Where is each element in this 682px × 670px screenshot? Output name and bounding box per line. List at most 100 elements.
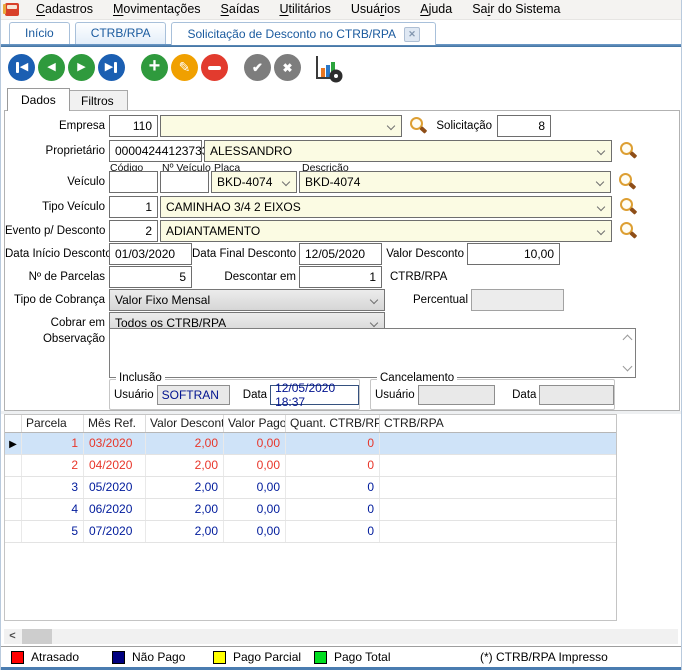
cancelamento-group: Cancelamento Usuário Data (370, 379, 615, 410)
grid-header: ParcelaMês Ref.Valor DescontoValor PagoQ… (5, 415, 616, 433)
chevron-down-icon[interactable] (282, 178, 290, 186)
chevron-down-icon[interactable] (387, 122, 395, 130)
veiculo-placa-value: BKD-4074 (217, 175, 272, 189)
tipo-veiculo-value: CAMINHAO 3/4 2 EIXOS (166, 200, 301, 214)
last-record-button[interactable]: ▶ (98, 54, 125, 81)
valor-desconto-field[interactable]: 10,00 (467, 243, 560, 265)
grid-cell: 06/2020 (84, 499, 146, 520)
descontar-label: Descontar em (192, 271, 296, 283)
grid-header-col: Parcela (22, 415, 84, 432)
tab-close-icon[interactable]: ✕ (404, 27, 420, 42)
empresa-name-combo[interactable] (160, 115, 402, 137)
grid-cell (380, 521, 616, 542)
grid-cell: 4 (22, 499, 84, 520)
tab-dados[interactable]: Dados (7, 88, 70, 111)
scroll-down-icon[interactable] (623, 362, 633, 372)
chevron-down-icon[interactable] (370, 319, 378, 327)
parcelas-field[interactable]: 5 (109, 266, 192, 288)
tab-solicitacao[interactable]: Solicitação de Desconto no CTRB/RPA✕ (171, 22, 436, 45)
tipo-veiculo-label: Tipo Veículo (5, 201, 107, 213)
table-row[interactable]: 406/20202,000,000 (5, 499, 616, 521)
legend-swatch (314, 651, 327, 664)
grid-cell: 2,00 (146, 499, 224, 520)
empresa-search-icon[interactable] (408, 116, 428, 136)
tab-inicio[interactable]: Início (9, 22, 70, 44)
scroll-left-arrow[interactable]: < (5, 629, 20, 644)
app-icon (5, 3, 19, 16)
grid-rows: ▶103/20202,000,000204/20202,000,000305/2… (5, 433, 616, 543)
grid-cell: 0,00 (224, 433, 286, 454)
scrollbar-thumb[interactable] (22, 629, 52, 644)
grid-cell (380, 477, 616, 498)
previous-record-button[interactable]: ◀ (38, 54, 65, 81)
evento-code-field[interactable]: 2 (109, 220, 158, 242)
evento-combo[interactable]: ADIANTAMENTO (160, 220, 612, 242)
legend-label: Não Pago (132, 650, 185, 664)
chevron-down-icon[interactable] (596, 178, 604, 186)
menu-item-cadastros[interactable]: Cadastros (26, 0, 103, 20)
proprietario-code-field[interactable]: 00004244123733 (109, 140, 202, 162)
first-record-button[interactable]: ◀ (8, 54, 35, 81)
menu-item-movimentacoes[interactable]: Movimentações (103, 0, 211, 20)
menu-item-ajuda[interactable]: Ajuda (410, 0, 462, 20)
empresa-code-field[interactable]: 110 (109, 115, 158, 137)
menu-item-saidas[interactable]: Saídas (211, 0, 270, 20)
table-row[interactable]: ▶103/20202,000,000 (5, 433, 616, 455)
table-row[interactable]: 305/20202,000,000 (5, 477, 616, 499)
chevron-down-icon[interactable] (370, 296, 378, 304)
chart-bar-orange (321, 68, 325, 77)
observacao-textarea[interactable] (109, 328, 636, 378)
table-row[interactable]: 204/20202,000,000 (5, 455, 616, 477)
proprietario-search-icon[interactable] (618, 141, 638, 161)
scroll-up-icon[interactable] (623, 335, 633, 345)
veiculo-num-field[interactable] (160, 171, 209, 193)
solicitacao-label: Solicitação (428, 120, 492, 132)
data-inicio-field[interactable]: 01/03/2020 (109, 243, 192, 265)
chevron-down-icon[interactable] (597, 227, 605, 235)
data-final-field[interactable]: 12/05/2020 (299, 243, 382, 265)
grid-cell: 0 (286, 477, 380, 498)
proprietario-label: Proprietário (5, 145, 107, 157)
inclusao-group: Inclusão Usuário SOFTRAN Data 12/05/2020… (109, 379, 360, 410)
tipo-veiculo-combo[interactable]: CAMINHAO 3/4 2 EIXOS (160, 196, 612, 218)
tab-filtros[interactable]: Filtros (67, 90, 128, 111)
insert-record-button[interactable]: + (141, 54, 168, 81)
chevron-down-icon[interactable] (597, 147, 605, 155)
menu-item-usuarios[interactable]: Usuários (341, 0, 410, 20)
evento-search-icon[interactable] (618, 221, 638, 241)
tipo-veiculo-code-field[interactable]: 1 (109, 196, 158, 218)
tabs-container: InícioCTRB/RPASolicitação de Desconto no… (9, 22, 436, 44)
percentual-field (471, 289, 564, 311)
grid-cell: 07/2020 (84, 521, 146, 542)
chevron-down-icon[interactable] (597, 203, 605, 211)
delete-record-button[interactable] (201, 54, 228, 81)
menu-bar: CadastrosMovimentaçõesSaídasUtilitáriosU… (1, 0, 681, 20)
proprietario-name-combo[interactable]: ALESSANDRO (204, 140, 612, 162)
parcelas-label: Nº de Parcelas (5, 271, 107, 283)
inclusao-usuario-field: SOFTRAN (157, 385, 230, 405)
veiculo-placa-combo[interactable]: BKD-4074 (211, 171, 297, 193)
menu-item-utilitarios[interactable]: Utilitários (269, 0, 340, 20)
edit-record-button[interactable]: ✎ (171, 54, 198, 81)
tab-ctrb-rpa[interactable]: CTRB/RPA (75, 22, 167, 44)
grid-cell: 0 (286, 455, 380, 476)
veiculo-codigo-field[interactable] (109, 171, 158, 193)
veiculo-descricao-combo[interactable]: BKD-4074 (299, 171, 611, 193)
report-chart-button[interactable] (313, 54, 343, 82)
tipo-cobranca-dropdown[interactable]: Valor Fixo Mensal (109, 289, 385, 311)
table-row[interactable]: 507/20202,000,000 (5, 521, 616, 543)
legend-label: Atrasado (31, 650, 79, 664)
grid-header-col: CTRB/RPA (380, 415, 616, 432)
legend-swatch (213, 651, 226, 664)
descontar-field[interactable]: 1 (299, 266, 382, 288)
menu-item-sair-do-sistema[interactable]: Sair do Sistema (462, 0, 570, 20)
cancel-button[interactable]: ✖ (274, 54, 301, 81)
veiculo-search-icon[interactable] (617, 172, 637, 192)
solicitacao-field[interactable]: 8 (497, 115, 551, 137)
next-record-button[interactable]: ▶ (68, 54, 95, 81)
legend-item: Pago Parcial (213, 650, 314, 664)
status-legend: AtrasadoNão PagoPago ParcialPago Total (… (1, 646, 681, 667)
tipo-veiculo-search-icon[interactable] (618, 197, 638, 217)
horizontal-scrollbar[interactable]: < (4, 629, 678, 644)
confirm-button[interactable]: ✔ (244, 54, 271, 81)
